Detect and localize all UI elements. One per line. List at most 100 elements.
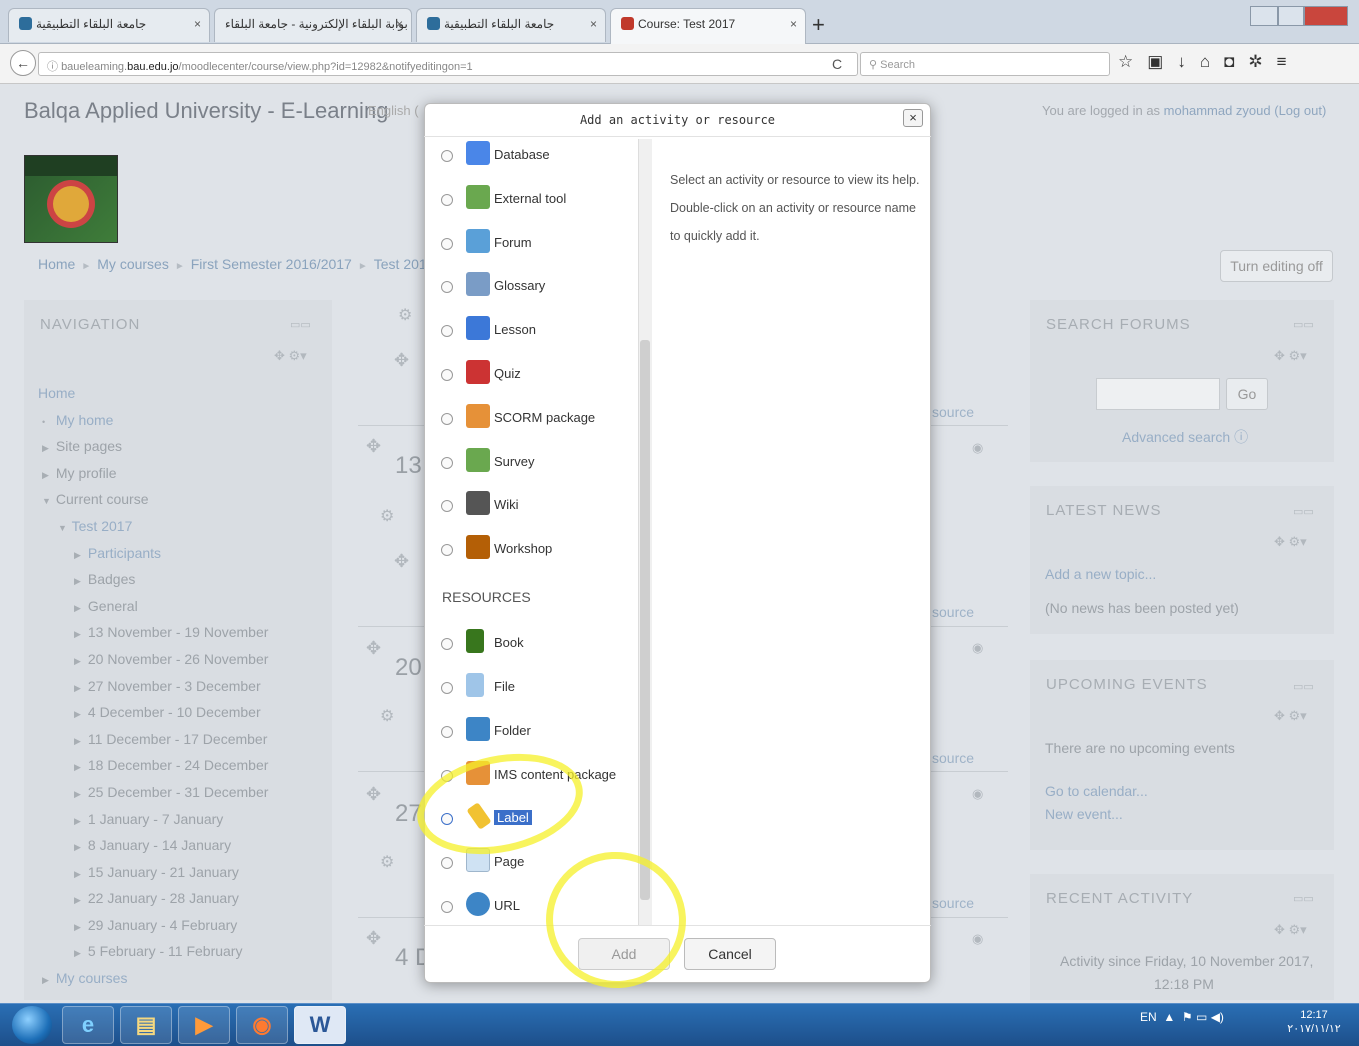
scrollbar-thumb[interactable] (640, 340, 650, 900)
option-ims-package[interactable]: IMS content package (436, 757, 636, 797)
option-lesson[interactable]: Lesson (436, 312, 636, 352)
tab-close-icon[interactable]: × (790, 17, 797, 31)
site-title[interactable]: Balqa Applied University - E-Learning (24, 98, 388, 124)
radio-button[interactable] (441, 238, 453, 250)
radio-button[interactable] (441, 413, 453, 425)
gear-icon[interactable]: ⚙ (398, 305, 412, 325)
radio-button[interactable] (441, 813, 453, 825)
add-topic-link[interactable]: Add a new topic... (1045, 566, 1156, 582)
radio-button[interactable] (441, 369, 453, 381)
browser-tab-active[interactable]: Course: Test 2017 × (610, 8, 806, 44)
breadcrumb-semester[interactable]: First Semester 2016/2017 (191, 256, 352, 272)
add-resource-link[interactable]: source (932, 604, 974, 620)
turn-editing-off-button[interactable]: Turn editing off (1220, 250, 1333, 282)
dock-icon[interactable]: ▭▭ (1293, 318, 1314, 331)
radio-button[interactable] (441, 457, 453, 469)
browser-tab-3[interactable]: جامعة البلقاء التطبيقية × (416, 8, 606, 42)
option-quiz[interactable]: Quiz (436, 356, 636, 396)
radio-button[interactable] (441, 194, 453, 206)
nav-item-my-profile[interactable]: ▶ My profile (38, 460, 328, 487)
radio-button[interactable] (441, 901, 453, 913)
extension-icon[interactable]: ✲ (1248, 52, 1276, 71)
logout-link[interactable]: (Log out) (1274, 103, 1326, 118)
new-event-link[interactable]: New event... (1045, 806, 1123, 822)
word-icon[interactable]: W (294, 1006, 346, 1044)
nav-item-my-home[interactable]: • My home (38, 407, 328, 434)
activity-options-list[interactable]: Database External tool Forum Glossary Le… (436, 137, 641, 925)
gear-icon[interactable]: ⚙ (380, 706, 394, 726)
cancel-button[interactable]: Cancel (684, 938, 776, 970)
add-button[interactable]: Add (578, 938, 670, 970)
block-actions-icon[interactable]: ✥ ⚙▾ (1274, 534, 1307, 550)
tab-close-icon[interactable]: × (590, 17, 597, 31)
pocket-icon[interactable]: ◘ (1224, 52, 1248, 71)
close-icon[interactable]: × (903, 109, 923, 127)
browser-tab-2[interactable]: بوابة البلقاء الإلكترونية - جامعة البلقا… (214, 8, 412, 42)
nav-item-week[interactable]: ▶ 1 January - 7 January (38, 806, 328, 833)
radio-button[interactable] (441, 150, 453, 162)
calendar-link[interactable]: Go to calendar... (1045, 783, 1148, 799)
move-icon[interactable]: ✥ (366, 784, 381, 805)
add-resource-link[interactable]: source (932, 404, 974, 420)
move-icon[interactable]: ✥ (366, 638, 381, 659)
tab-close-icon[interactable]: × (396, 17, 403, 31)
minimize-button[interactable] (1250, 6, 1278, 26)
window-controls[interactable] (1250, 6, 1352, 28)
move-icon[interactable]: ✥ (394, 551, 409, 572)
option-wiki[interactable]: Wiki (436, 487, 636, 527)
home-icon[interactable]: ⌂ (1200, 52, 1224, 71)
option-glossary[interactable]: Glossary (436, 268, 636, 308)
section-title[interactable]: 13 (395, 452, 422, 480)
radio-button[interactable] (441, 325, 453, 337)
radio-button[interactable] (441, 281, 453, 293)
radio-button[interactable] (441, 770, 453, 782)
new-tab-button[interactable]: + (812, 12, 825, 38)
gear-icon[interactable]: ⚙ (380, 852, 394, 872)
nav-item-badges[interactable]: ▶ Badges (38, 566, 328, 593)
radio-button[interactable] (441, 500, 453, 512)
nav-item-general[interactable]: ▶ General (38, 593, 328, 620)
breadcrumb-course[interactable]: Test 201 (374, 256, 427, 272)
block-actions-icon[interactable]: ✥ ⚙▾ (274, 348, 307, 364)
tray-arrow-icon[interactable]: ▲ (1163, 1010, 1175, 1024)
menu-icon[interactable]: ≡ (1277, 52, 1301, 71)
nav-item-participants[interactable]: ▶ Participants (38, 540, 328, 567)
move-icon[interactable]: ✥ (366, 928, 381, 949)
radio-button[interactable] (441, 638, 453, 650)
radio-button[interactable] (441, 857, 453, 869)
radio-button[interactable] (441, 682, 453, 694)
nav-item-week[interactable]: ▶ 25 December - 31 December (38, 779, 328, 806)
media-player-icon[interactable]: ▶ (178, 1006, 230, 1044)
search-forums-input[interactable] (1096, 378, 1220, 410)
option-page[interactable]: Page (436, 844, 636, 884)
nav-item-week[interactable]: ▶ 5 February - 11 February (38, 938, 328, 965)
nav-item-my-courses[interactable]: ▶ My courses (38, 965, 328, 992)
advanced-search-link[interactable]: Advanced search ⓘ (1122, 427, 1248, 447)
nav-item-test-2017[interactable]: ▼ Test 2017 (38, 513, 328, 540)
dock-icon[interactable]: ▭▭ (1293, 505, 1314, 518)
breadcrumb-my-courses[interactable]: My courses (97, 256, 169, 272)
nav-item-week[interactable]: ▶ 8 January - 14 January (38, 832, 328, 859)
nav-item-current-course[interactable]: ▼ Current course (38, 486, 328, 513)
gear-icon[interactable]: ⚙ (380, 506, 394, 526)
clipboard-icon[interactable]: ▣ (1147, 52, 1177, 71)
network-icon[interactable]: ▭ (1196, 1010, 1207, 1024)
download-icon[interactable]: ↓ (1177, 52, 1200, 71)
user-link[interactable]: mohammad zyoud (1164, 103, 1271, 118)
university-logo[interactable] (24, 155, 118, 243)
nav-item-week[interactable]: ▶ 22 January - 28 January (38, 885, 328, 912)
nav-item-home[interactable]: Home (38, 380, 328, 407)
flag-icon[interactable]: ⚑ (1182, 1010, 1193, 1024)
help-icon[interactable]: ⓘ (1234, 429, 1248, 445)
nav-item-week[interactable]: ▶ 20 November - 26 November (38, 646, 328, 673)
radio-button[interactable] (441, 726, 453, 738)
option-database[interactable]: Database (436, 137, 636, 177)
browser-search-input[interactable]: ⚲ Search (860, 52, 1110, 76)
option-survey[interactable]: Survey (436, 444, 636, 484)
nav-item-week[interactable]: ▶ 29 January - 4 February (38, 912, 328, 939)
eye-icon[interactable]: ◉ (972, 640, 983, 656)
option-workshop[interactable]: Workshop (436, 531, 636, 571)
move-icon[interactable]: ✥ (394, 350, 409, 371)
section-title[interactable]: 20 (395, 654, 422, 682)
nav-item-week[interactable]: ▶ 13 November - 19 November (38, 619, 328, 646)
